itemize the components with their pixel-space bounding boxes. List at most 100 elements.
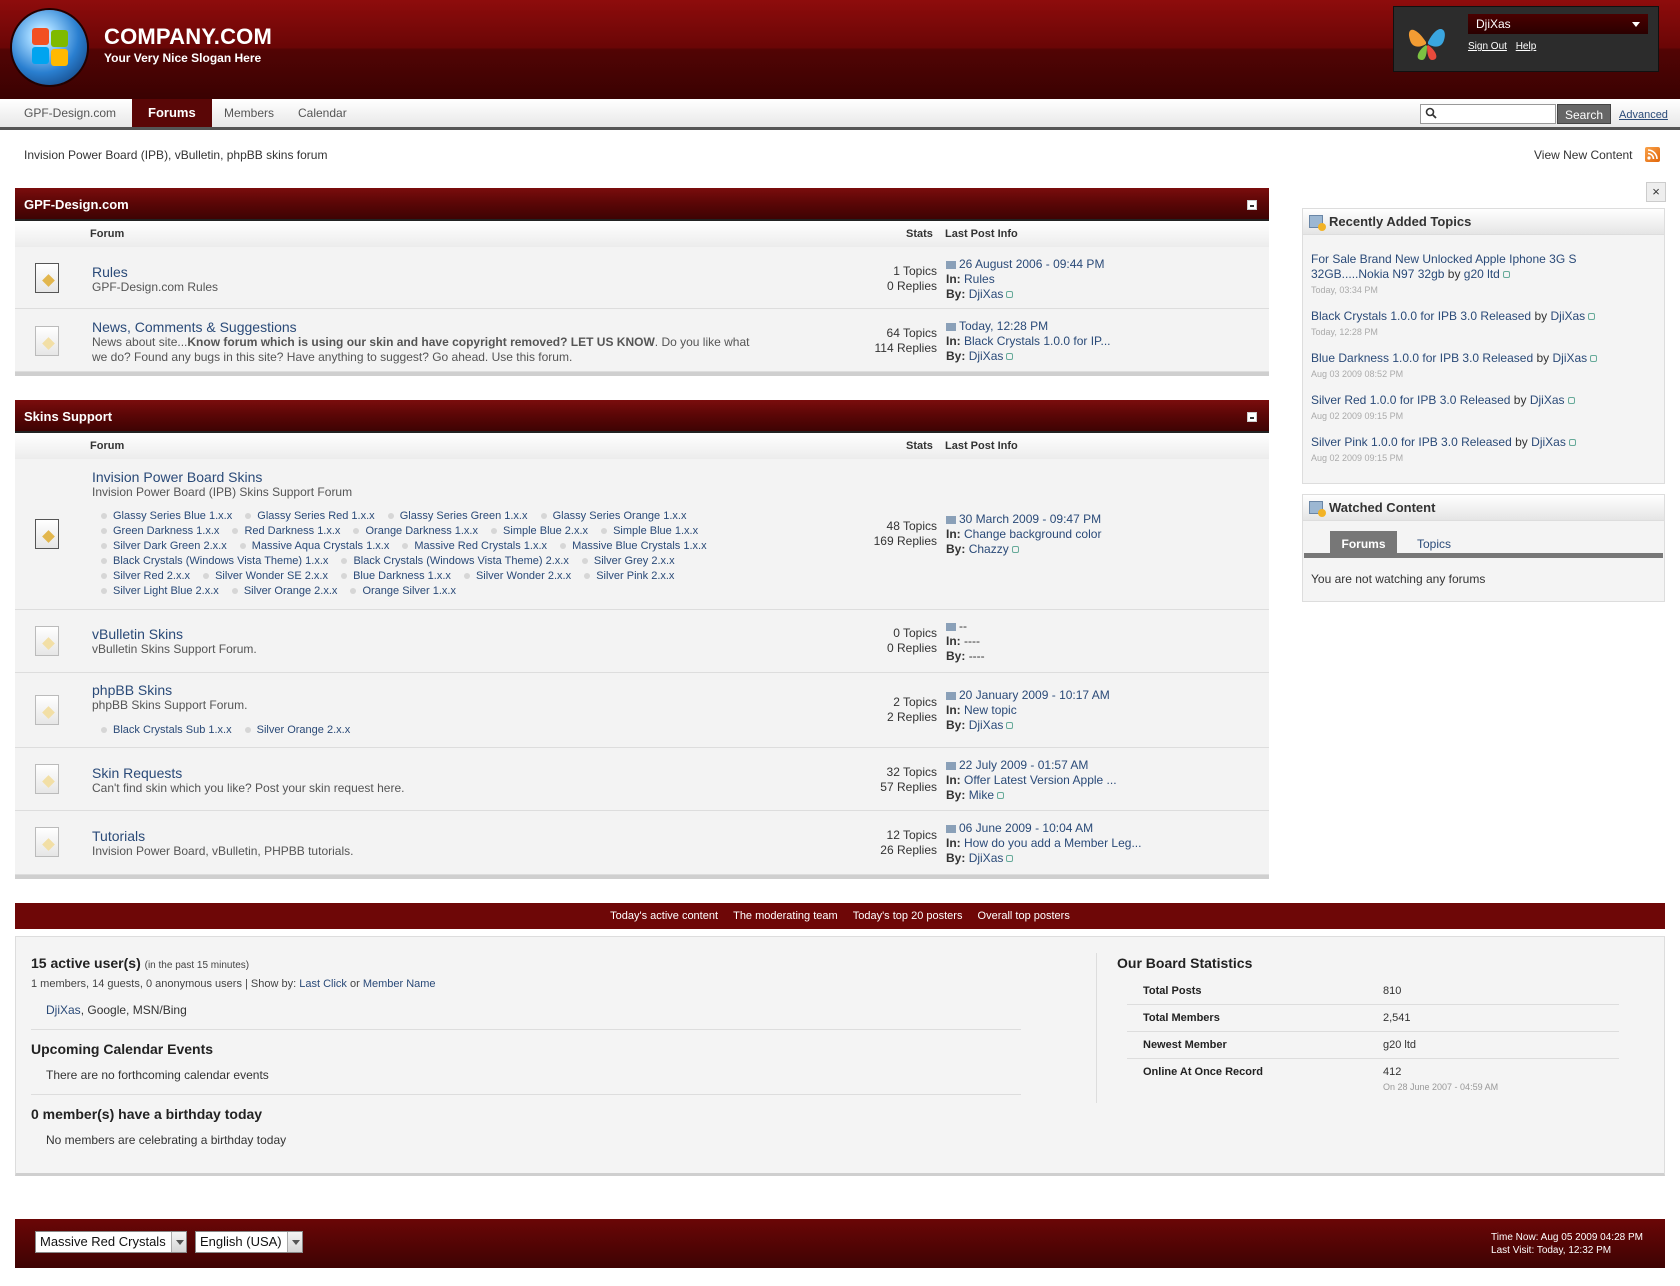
subforum-link[interactable]: Glassy Series Red 1.x.x <box>245 510 374 522</box>
subforum-link[interactable]: Black Crystals (Windows Vista Theme) 1.x… <box>101 555 328 567</box>
user-menu-dropdown[interactable]: DjiXas <box>1468 14 1648 34</box>
windows-logo-icon[interactable] <box>12 10 87 85</box>
goto-last-post-icon[interactable] <box>946 691 956 700</box>
tab-forums[interactable]: Forums <box>132 99 212 127</box>
user-card-icon[interactable] <box>1588 313 1596 321</box>
brand[interactable]: COMPANY.COM Your Very Nice Slogan Here <box>104 24 272 65</box>
forum-no-new-posts-icon[interactable] <box>35 326 59 356</box>
search-button[interactable]: Search <box>1557 104 1611 124</box>
subforum-link[interactable]: Silver Wonder 2.x.x <box>464 570 571 582</box>
last-post-author[interactable]: DjiXas <box>969 718 1004 732</box>
user-card-icon[interactable] <box>1006 722 1014 730</box>
sort-member-name-link[interactable]: Member Name <box>363 978 436 990</box>
topic-title[interactable]: Blue Darkness 1.0.0 for IPB 3.0 Released <box>1311 351 1533 365</box>
user-card-icon[interactable] <box>1006 855 1014 863</box>
skin-select[interactable]: Massive Red Crystals <box>35 1231 187 1253</box>
topic-title[interactable]: Silver Red 1.0.0 for IPB 3.0 Released <box>1311 393 1510 407</box>
language-select[interactable]: English (USA) <box>195 1231 303 1253</box>
last-post-author[interactable]: Mike <box>969 788 994 802</box>
forum-no-new-posts-icon[interactable] <box>35 827 59 857</box>
category-title[interactable]: Skins Support <box>24 409 112 424</box>
subforum-link[interactable]: Silver Pink 2.x.x <box>584 570 674 582</box>
last-post-topic[interactable]: Change background color <box>964 527 1101 541</box>
goto-last-post-icon[interactable] <box>946 515 956 524</box>
user-card-icon[interactable] <box>1568 439 1576 447</box>
goto-last-post-icon[interactable] <box>946 824 956 833</box>
overall-top-posters-link[interactable]: Overall top posters <box>978 910 1070 922</box>
todays-active-content-link[interactable]: Today's active content <box>610 910 718 922</box>
last-post-author[interactable]: DjiXas <box>969 349 1004 363</box>
subforum-link[interactable]: Simple Blue 1.x.x <box>601 525 698 537</box>
last-post-author[interactable]: Chazzy <box>969 542 1009 556</box>
forum-name[interactable]: Invision Power Board Skins <box>92 469 262 485</box>
user-card-icon[interactable] <box>997 792 1005 800</box>
last-post-author[interactable]: DjiXas <box>969 287 1004 301</box>
sign-out-link[interactable]: Sign Out <box>1468 41 1507 52</box>
collapse-icon[interactable] <box>1247 412 1257 422</box>
sort-last-click-link[interactable]: Last Click <box>299 978 347 990</box>
category-title[interactable]: GPF-Design.com <box>24 197 129 212</box>
view-new-content-link[interactable]: View New Content <box>1534 148 1633 162</box>
goto-last-post-icon[interactable] <box>946 622 956 631</box>
subforum-link[interactable]: Silver Wonder SE 2.x.x <box>203 570 328 582</box>
subforum-link[interactable]: Massive Blue Crystals 1.x.x <box>560 540 706 552</box>
last-post-author[interactable]: DjiXas <box>969 851 1004 865</box>
last-post-topic[interactable]: Rules <box>964 272 995 286</box>
rss-icon[interactable] <box>1645 147 1660 162</box>
subforum-link[interactable]: Red Darkness 1.x.x <box>232 525 340 537</box>
goto-last-post-icon[interactable] <box>946 322 956 331</box>
tab-gpf-design[interactable]: GPF-Design.com <box>24 99 116 127</box>
subforum-link[interactable]: Silver Orange 2.x.x <box>245 724 351 736</box>
subforum-link[interactable]: Massive Red Crystals 1.x.x <box>402 540 547 552</box>
subforum-link[interactable]: Silver Light Blue 2.x.x <box>101 585 219 597</box>
forum-no-new-posts-icon[interactable] <box>35 764 59 794</box>
subforum-link[interactable]: Glassy Series Orange 1.x.x <box>541 510 687 522</box>
topic-author[interactable]: DjiXas <box>1530 393 1565 407</box>
topic-author[interactable]: DjiXas <box>1531 435 1566 449</box>
todays-top-posters-link[interactable]: Today's top 20 posters <box>853 910 963 922</box>
forum-no-new-posts-icon[interactable] <box>35 695 59 725</box>
forum-name[interactable]: Tutorials <box>92 828 145 844</box>
newest-member-link[interactable]: g20 ltd <box>1383 1039 1416 1051</box>
subforum-link[interactable]: Black Crystals (Windows Vista Theme) 2.x… <box>341 555 568 567</box>
tab-members[interactable]: Members <box>224 99 274 127</box>
user-card-icon[interactable] <box>1567 397 1575 405</box>
topic-title[interactable]: Black Crystals 1.0.0 for IPB 3.0 Release… <box>1311 309 1531 323</box>
forum-name[interactable]: phpBB Skins <box>92 682 172 698</box>
close-sidebar-button[interactable]: × <box>1646 182 1666 202</box>
moderating-team-link[interactable]: The moderating team <box>733 910 838 922</box>
last-post-topic[interactable]: New topic <box>964 703 1017 717</box>
subforum-link[interactable]: Silver Red 2.x.x <box>101 570 190 582</box>
user-card-icon[interactable] <box>1502 271 1510 279</box>
subforum-link[interactable]: Glassy Series Blue 1.x.x <box>101 510 232 522</box>
topic-author[interactable]: DjiXas <box>1553 351 1588 365</box>
help-link[interactable]: Help <box>1516 41 1537 52</box>
forum-name[interactable]: Rules <box>92 264 128 280</box>
last-post-date[interactable]: 26 August 2006 - 09:44 PM <box>959 257 1104 271</box>
user-card-icon[interactable] <box>1006 353 1014 361</box>
topic-author[interactable]: g20 ltd <box>1464 267 1500 281</box>
forum-name[interactable]: Skin Requests <box>92 765 182 781</box>
brand-name[interactable]: COMPANY.COM <box>104 24 272 50</box>
goto-last-post-icon[interactable] <box>946 761 956 770</box>
last-post-topic[interactable]: Offer Latest Version Apple ... <box>964 773 1117 787</box>
subforum-link[interactable]: Orange Silver 1.x.x <box>350 585 456 597</box>
subforum-link[interactable]: Silver Dark Green 2.x.x <box>101 540 227 552</box>
subforum-link[interactable]: Simple Blue 2.x.x <box>491 525 588 537</box>
advanced-search-link[interactable]: Advanced <box>1619 109 1668 121</box>
tab-watched-forums[interactable]: Forums <box>1330 531 1397 558</box>
tab-calendar[interactable]: Calendar <box>298 99 347 127</box>
forum-new-posts-icon[interactable] <box>35 519 59 549</box>
user-card-icon[interactable] <box>1006 291 1014 299</box>
last-post-date[interactable]: 22 July 2009 - 01:57 AM <box>959 758 1088 772</box>
user-card-icon[interactable] <box>1011 546 1019 554</box>
forum-new-posts-icon[interactable] <box>35 263 59 293</box>
subforum-link[interactable]: Orange Darkness 1.x.x <box>353 525 478 537</box>
user-card-icon[interactable] <box>1590 355 1598 363</box>
topic-title[interactable]: For Sale Brand New Unlocked Apple Iphone… <box>1311 252 1577 281</box>
tab-watched-topics[interactable]: Topics <box>1417 531 1451 558</box>
collapse-icon[interactable] <box>1247 200 1257 210</box>
last-post-date[interactable]: 20 January 2009 - 10:17 AM <box>959 688 1110 702</box>
topic-title[interactable]: Silver Pink 1.0.0 for IPB 3.0 Released <box>1311 435 1512 449</box>
last-post-date[interactable]: 06 June 2009 - 10:04 AM <box>959 821 1093 835</box>
